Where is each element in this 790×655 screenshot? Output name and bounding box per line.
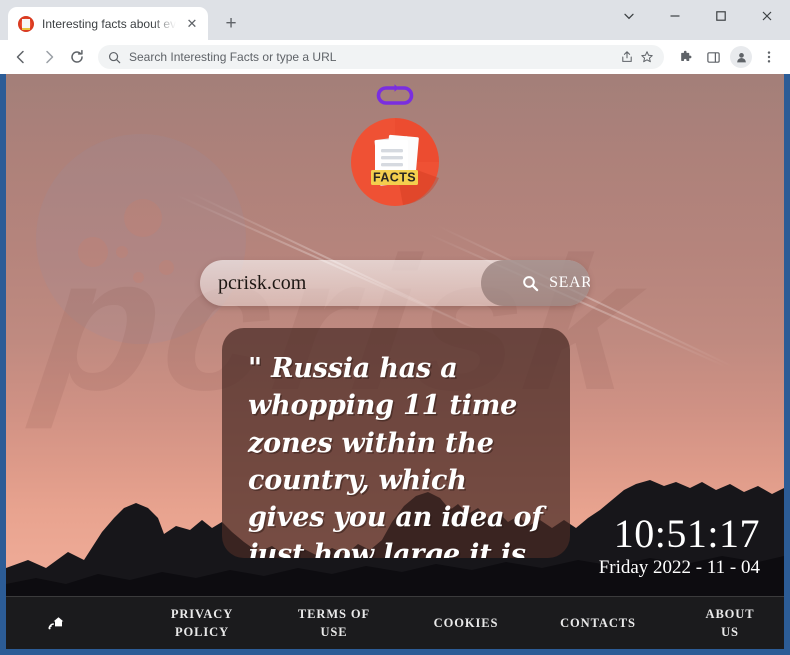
window-maximize-icon[interactable] (698, 0, 744, 32)
footer-link-privacy-policy[interactable]: PRIVACY POLICY (136, 605, 268, 641)
tab-strip-spacer (246, 0, 606, 40)
search-button[interactable]: SEARCH (481, 260, 590, 306)
footer-link-cookies[interactable]: COOKIES (400, 614, 532, 632)
omnibox-placeholder-text: Search Interesting Facts or type a URL (129, 50, 337, 64)
side-panel-icon[interactable] (700, 44, 726, 70)
tab-strip-left-pad (0, 0, 8, 40)
footer-link-line1: COOKIES (433, 615, 499, 630)
browser-toolbar: Search Interesting Facts or type a URL (0, 40, 790, 74)
clock-time: 10:51:17 (613, 511, 760, 556)
window-close-icon[interactable] (744, 0, 790, 32)
fact-quote-card: " Russia has a whopping 11 time zones wi… (222, 328, 570, 558)
search-input[interactable] (200, 260, 481, 306)
svg-text:FACTS: FACTS (373, 171, 416, 185)
omnibox-right-icons (620, 50, 654, 64)
new-tab-button[interactable]: + (216, 8, 246, 38)
page-viewport: pcrisk FACTS pcrisk.com SEA " Russia has… (6, 74, 784, 649)
back-button-icon[interactable] (8, 44, 34, 70)
tab-strip: Interesting facts about everything ✕ + (0, 0, 790, 40)
home-signal-icon[interactable] (46, 613, 66, 633)
tab-search-chevron-icon[interactable] (606, 0, 652, 32)
site-search-bar: SEARCH (200, 260, 590, 306)
search-button-label: SEARCH (549, 274, 590, 291)
forward-button-icon[interactable] (36, 44, 62, 70)
browser-tab[interactable]: Interesting facts about everything ✕ (8, 7, 208, 40)
fact-quote-text: " Russia has a whopping 11 time zones wi… (248, 353, 543, 558)
footer-link-about-us[interactable]: ABOUT US (664, 605, 784, 641)
reload-button-icon[interactable] (64, 44, 90, 70)
three-dot-menu-icon[interactable] (756, 44, 782, 70)
tab-title: Interesting facts about everything (42, 16, 176, 31)
window-minimize-icon[interactable] (652, 0, 698, 32)
magnifier-icon (522, 275, 539, 292)
footer-link-line1: ABOUT (705, 606, 755, 621)
window-controls (606, 0, 790, 40)
omnibox-search-icon (108, 51, 121, 64)
footer-links: PRIVACY POLICY TERMS OF USE COOKIES CONT… (136, 605, 784, 641)
star-icon[interactable] (640, 50, 654, 64)
clock-widget: 10:51:17 Friday 2022 - 11 - 04 (599, 513, 760, 579)
facts-logo[interactable]: FACTS (351, 118, 439, 206)
footer-link-contacts[interactable]: CONTACTS (532, 614, 664, 632)
footer-link-line1: PRIVACY (170, 606, 234, 621)
footer-link-line1: CONTACTS (560, 615, 636, 630)
browser-window: Interesting facts about everything ✕ + (0, 0, 790, 655)
address-bar[interactable]: Search Interesting Facts or type a URL (98, 45, 664, 69)
facts-favicon-icon (18, 15, 34, 32)
clock-date: Friday 2022 - 11 - 04 (598, 557, 760, 578)
refresh-loop-icon[interactable] (373, 82, 417, 110)
share-icon[interactable] (620, 50, 634, 64)
footer-link-line2: POLICY (174, 625, 229, 639)
footer-link-terms-of-use[interactable]: TERMS OF USE (268, 605, 400, 641)
tab-close-icon[interactable]: ✕ (184, 16, 200, 32)
footer-link-line2: USE (320, 625, 348, 639)
footer-link-line2: US (721, 625, 739, 639)
page-footer: PRIVACY POLICY TERMS OF USE COOKIES CONT… (6, 596, 784, 649)
extensions-puzzle-icon[interactable] (672, 44, 698, 70)
footer-link-line1: TERMS OF (297, 606, 371, 621)
profile-avatar-icon[interactable] (728, 44, 754, 70)
